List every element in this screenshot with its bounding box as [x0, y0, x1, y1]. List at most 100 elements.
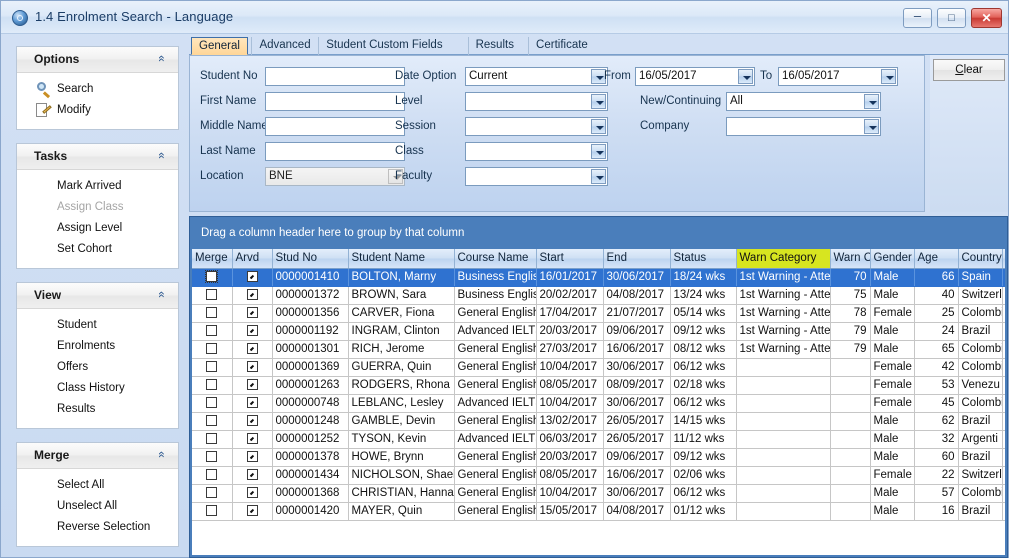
arrived-checkbox[interactable]: [247, 397, 258, 408]
arrived-checkbox-cell[interactable]: [232, 394, 272, 412]
table-row[interactable]: 0000001192INGRAM, ClintonAdvanced IELTS2…: [192, 322, 1005, 340]
arrived-checkbox-cell[interactable]: [232, 340, 272, 358]
merge-checkbox[interactable]: [206, 379, 217, 390]
merge-checkbox-cell[interactable]: [192, 376, 232, 394]
panel-header-tasks[interactable]: Tasks«: [17, 144, 178, 170]
minimize-button[interactable]: –: [903, 8, 932, 28]
table-row[interactable]: 0000001378HOWE, BrynnGeneral English20/0…: [192, 448, 1005, 466]
sidebar-item-student[interactable]: Student: [17, 315, 178, 336]
sidebar-item-unselect-all[interactable]: Unselect All: [17, 496, 178, 517]
tab-advanced[interactable]: Advanced: [251, 37, 317, 55]
arrived-checkbox[interactable]: [247, 505, 258, 516]
date-option-dropdown[interactable]: Current: [465, 67, 608, 86]
column-header-name[interactable]: Student Name: [348, 249, 454, 268]
merge-checkbox-cell[interactable]: [192, 340, 232, 358]
arrived-checkbox-cell[interactable]: [232, 484, 272, 502]
sidebar-item-results[interactable]: Results: [17, 399, 178, 420]
arrived-checkbox[interactable]: [247, 361, 258, 372]
merge-checkbox[interactable]: [206, 415, 217, 426]
table-row[interactable]: 0000001372BROWN, SaraBusiness English20/…: [192, 286, 1005, 304]
column-header-country[interactable]: Country: [958, 249, 1002, 268]
chevron-down-icon[interactable]: [881, 69, 896, 84]
arrived-checkbox[interactable]: [247, 271, 258, 282]
grid-viewport[interactable]: MergeArvdStud NoStudent NameCourse NameS…: [192, 249, 1005, 555]
to-dropdown[interactable]: 16/05/2017: [778, 67, 898, 86]
arrived-checkbox-cell[interactable]: [232, 430, 272, 448]
column-header-gender[interactable]: Gender: [870, 249, 914, 268]
merge-checkbox[interactable]: [206, 289, 217, 300]
sidebar-item-assign-level[interactable]: Assign Level: [17, 218, 178, 239]
new-continuing-dropdown[interactable]: All: [726, 92, 881, 111]
sidebar-item-offers[interactable]: Offers: [17, 357, 178, 378]
chevron-down-icon[interactable]: [591, 94, 606, 109]
column-header-start[interactable]: Start: [536, 249, 603, 268]
location-dropdown[interactable]: BNE: [265, 167, 405, 186]
arrived-checkbox-cell[interactable]: [232, 412, 272, 430]
sidebar-item-modify[interactable]: Modify: [17, 100, 178, 121]
arrived-checkbox-cell[interactable]: [232, 322, 272, 340]
tab-student-custom-fields[interactable]: Student Custom Fields: [318, 37, 449, 55]
from-dropdown[interactable]: 16/05/2017: [635, 67, 755, 86]
arrived-checkbox[interactable]: [247, 307, 258, 318]
sidebar-item-set-cohort[interactable]: Set Cohort: [17, 239, 178, 260]
arrived-checkbox-cell[interactable]: [232, 448, 272, 466]
merge-checkbox-cell[interactable]: [192, 322, 232, 340]
session-dropdown[interactable]: [465, 117, 608, 136]
chevron-up-icon[interactable]: «: [154, 52, 169, 65]
column-header-age[interactable]: Age: [914, 249, 958, 268]
chevron-up-icon[interactable]: «: [154, 448, 169, 461]
company-dropdown[interactable]: [726, 117, 881, 136]
arrived-checkbox[interactable]: [247, 379, 258, 390]
sidebar-item-reverse-selection[interactable]: Reverse Selection: [17, 517, 178, 538]
column-header-warnc[interactable]: Warn C: [830, 249, 870, 268]
column-header-status[interactable]: Status: [670, 249, 736, 268]
merge-checkbox-cell[interactable]: [192, 268, 232, 286]
arrived-checkbox-cell[interactable]: [232, 466, 272, 484]
tab-general[interactable]: General: [191, 37, 248, 55]
merge-checkbox[interactable]: [206, 271, 217, 282]
arrived-checkbox-cell[interactable]: [232, 358, 272, 376]
table-row[interactable]: 0000001369GUERRA, QuinGeneral English10/…: [192, 358, 1005, 376]
table-row[interactable]: 0000001434NICHOLSON, ShaekGeneral Englis…: [192, 466, 1005, 484]
arrived-checkbox-cell[interactable]: [232, 376, 272, 394]
arrived-checkbox[interactable]: [247, 469, 258, 480]
arrived-checkbox[interactable]: [247, 289, 258, 300]
arrived-checkbox[interactable]: [247, 325, 258, 336]
table-row[interactable]: 0000001356CARVER, FionaGeneral English17…: [192, 304, 1005, 322]
arrived-checkbox[interactable]: [247, 451, 258, 462]
chevron-down-icon[interactable]: [864, 94, 879, 109]
merge-checkbox[interactable]: [206, 433, 217, 444]
panel-header-options[interactable]: Options«: [17, 47, 178, 73]
column-header-course[interactable]: Course Name: [454, 249, 536, 268]
merge-checkbox-cell[interactable]: [192, 412, 232, 430]
column-header-arvd[interactable]: Arvd: [232, 249, 272, 268]
merge-checkbox[interactable]: [206, 343, 217, 354]
clear-button[interactable]: Clear: [933, 59, 1005, 81]
table-row[interactable]: 0000001252TYSON, KevinAdvanced IELTS06/0…: [192, 430, 1005, 448]
merge-checkbox[interactable]: [206, 505, 217, 516]
table-row[interactable]: 0000000748LEBLANC, LesleyAdvanced IELTS1…: [192, 394, 1005, 412]
chevron-down-icon[interactable]: [591, 119, 606, 134]
arrived-checkbox-cell[interactable]: [232, 268, 272, 286]
column-header-merge[interactable]: Merge: [192, 249, 232, 268]
chevron-up-icon[interactable]: «: [154, 149, 169, 162]
maximize-button[interactable]: □: [937, 8, 966, 28]
first-name-input[interactable]: [265, 92, 405, 111]
tab-results[interactable]: Results: [468, 37, 521, 55]
merge-checkbox-cell[interactable]: [192, 304, 232, 322]
level-dropdown[interactable]: [465, 92, 608, 111]
merge-checkbox[interactable]: [206, 307, 217, 318]
merge-checkbox-cell[interactable]: [192, 286, 232, 304]
merge-checkbox-cell[interactable]: [192, 466, 232, 484]
class-dropdown[interactable]: [465, 142, 608, 161]
sidebar-item-mark-arrived[interactable]: Mark Arrived: [17, 176, 178, 197]
chevron-down-icon[interactable]: [591, 169, 606, 184]
merge-checkbox-cell[interactable]: [192, 430, 232, 448]
merge-checkbox-cell[interactable]: [192, 358, 232, 376]
arrived-checkbox-cell[interactable]: [232, 502, 272, 520]
merge-checkbox[interactable]: [206, 487, 217, 498]
column-header-ove[interactable]: Ove△: [1002, 249, 1005, 268]
tab-certificate[interactable]: Certificate: [528, 37, 595, 55]
merge-checkbox[interactable]: [206, 361, 217, 372]
merge-checkbox-cell[interactable]: [192, 394, 232, 412]
